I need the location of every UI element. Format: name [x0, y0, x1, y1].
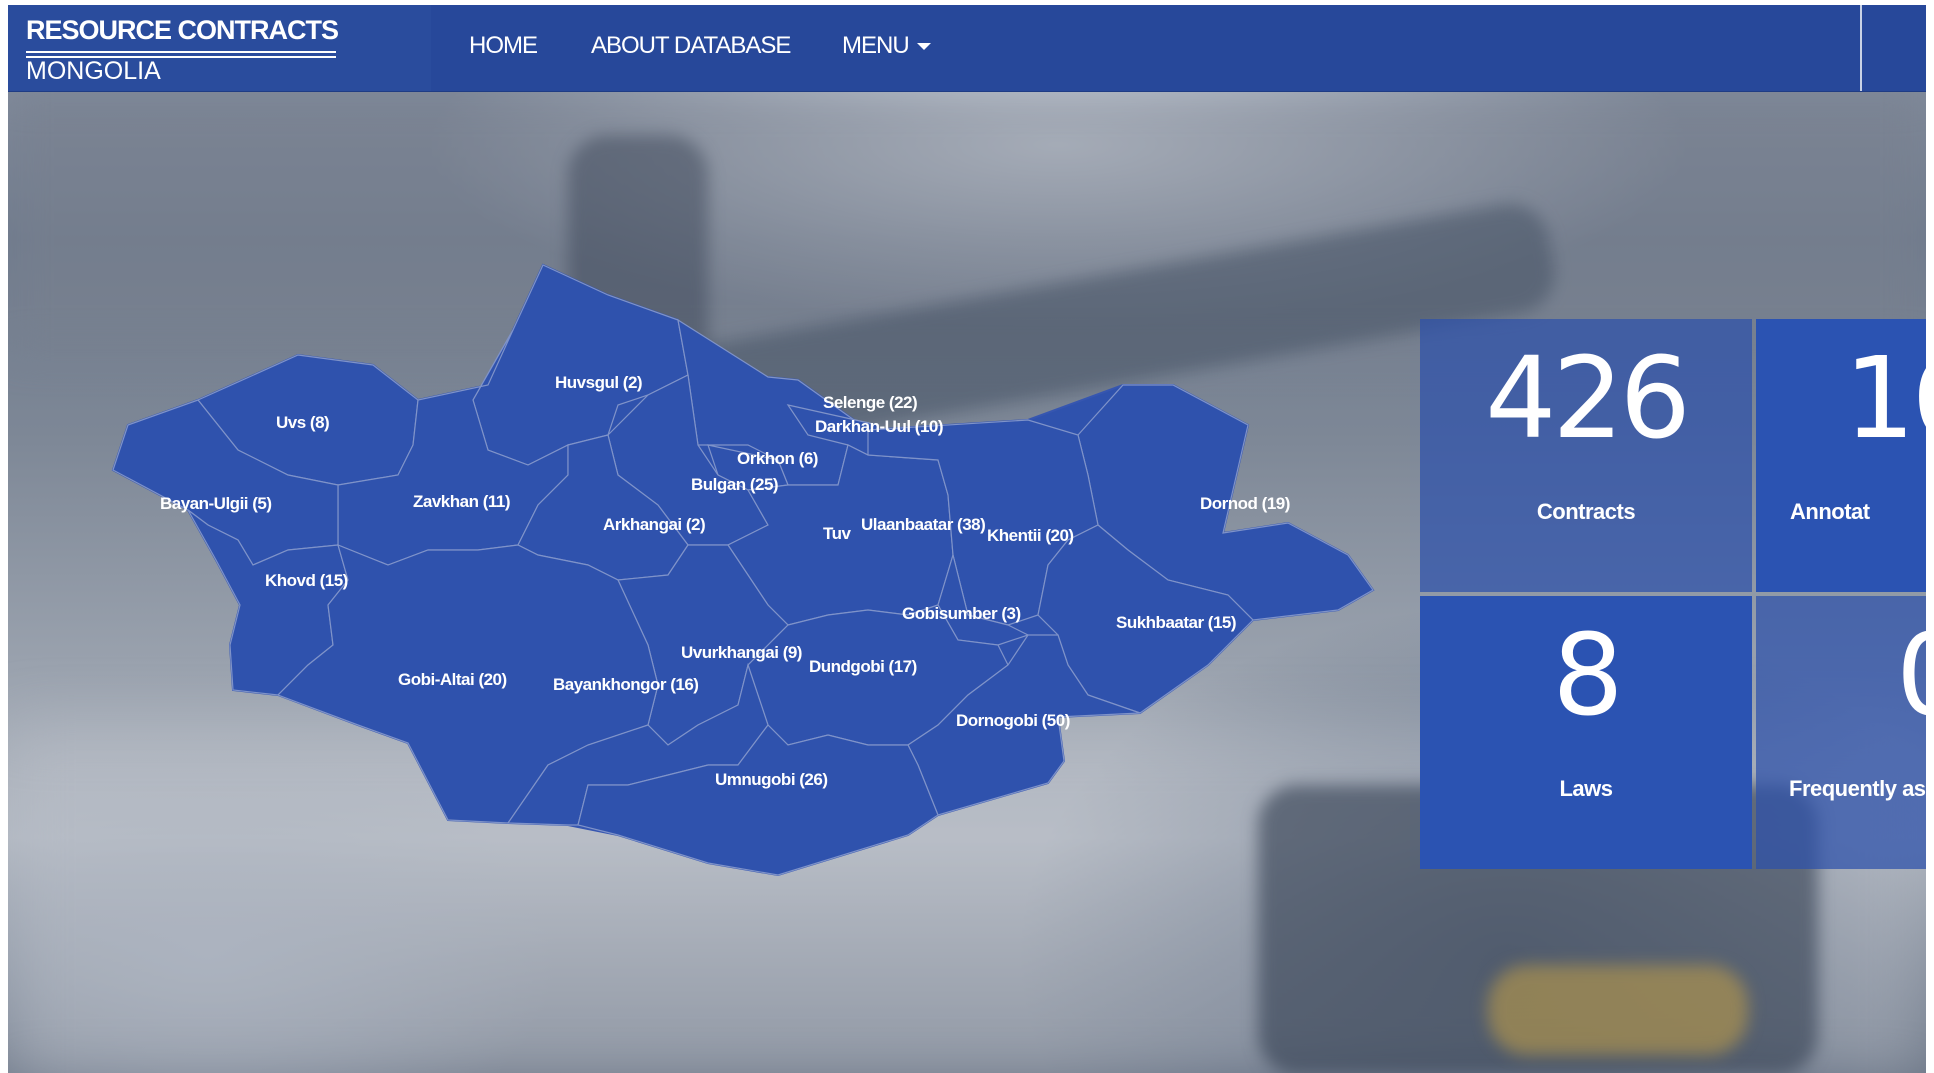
province-label-huvsgul: Huvsgul (2) — [555, 373, 642, 392]
province-label-uvs: Uvs (8) — [276, 413, 329, 432]
stat-tile-contracts[interactable]: 426 Contracts — [1420, 319, 1752, 592]
province-label-darkhan-uul: Darkhan-Uul (10) — [815, 417, 943, 436]
province-label-tuv: Tuv — [823, 524, 852, 543]
stat-label: Annotat — [1790, 499, 1870, 524]
province-label-zavkhan: Zavkhan (11) — [413, 492, 510, 511]
province-label-khentii: Khentii (20) — [987, 526, 1074, 545]
province-label-gobi-altai: Gobi-Altai (20) — [398, 670, 507, 689]
province-label-bayankhongor: Bayankhongor (16) — [553, 675, 698, 694]
province-label-dornod: Dornod (19) — [1200, 494, 1290, 513]
province-label-dundgobi: Dundgobi (17) — [809, 657, 917, 676]
stat-label: Contracts — [1536, 499, 1636, 524]
province-label-sukhbaatar: Sukhbaatar (15) — [1116, 613, 1236, 632]
province-label-bulgan: Bulgan (25) — [691, 475, 778, 494]
province-label-gobisumber: Gobisumber (3) — [902, 604, 1021, 623]
stat-label: Laws — [1559, 776, 1613, 801]
province-label-orkhon: Orkhon (6) — [737, 449, 818, 468]
stat-tile-annotations[interactable]: 16 Annotat — [1756, 319, 1926, 592]
province-label-umnugobi: Umnugobi (26) — [715, 770, 828, 789]
province-label-ulaanbaatar: Ulaanbaatar (38) — [861, 515, 985, 534]
page-frame: RESOURCE CONTRACTS MONGOLIA HOME ABOUT D… — [8, 5, 1926, 1073]
province-label-uvurkhangai: Uvurkhangai (9) — [681, 643, 802, 662]
province-label-bayan-ulgii: Bayan-Ulgii (5) — [160, 494, 272, 513]
province-label-dornogobi: Dornogobi (50) — [956, 711, 1070, 730]
province-label-khovd: Khovd (15) — [265, 571, 348, 590]
province-label-arkhangai: Arkhangai (2) — [603, 515, 705, 534]
stat-value: 8 — [1552, 611, 1623, 741]
stat-value: 426 — [1485, 334, 1691, 464]
stat-value: 0 — [1896, 616, 1926, 736]
stat-tile-laws[interactable]: 8 Laws — [1420, 596, 1752, 869]
stat-value: 16 — [1844, 334, 1926, 464]
province-label-selenge: Selenge (22) — [823, 393, 917, 412]
stat-tile-faq[interactable]: 0 Frequently aske — [1756, 596, 1926, 869]
stat-label: Frequently aske — [1789, 776, 1926, 801]
